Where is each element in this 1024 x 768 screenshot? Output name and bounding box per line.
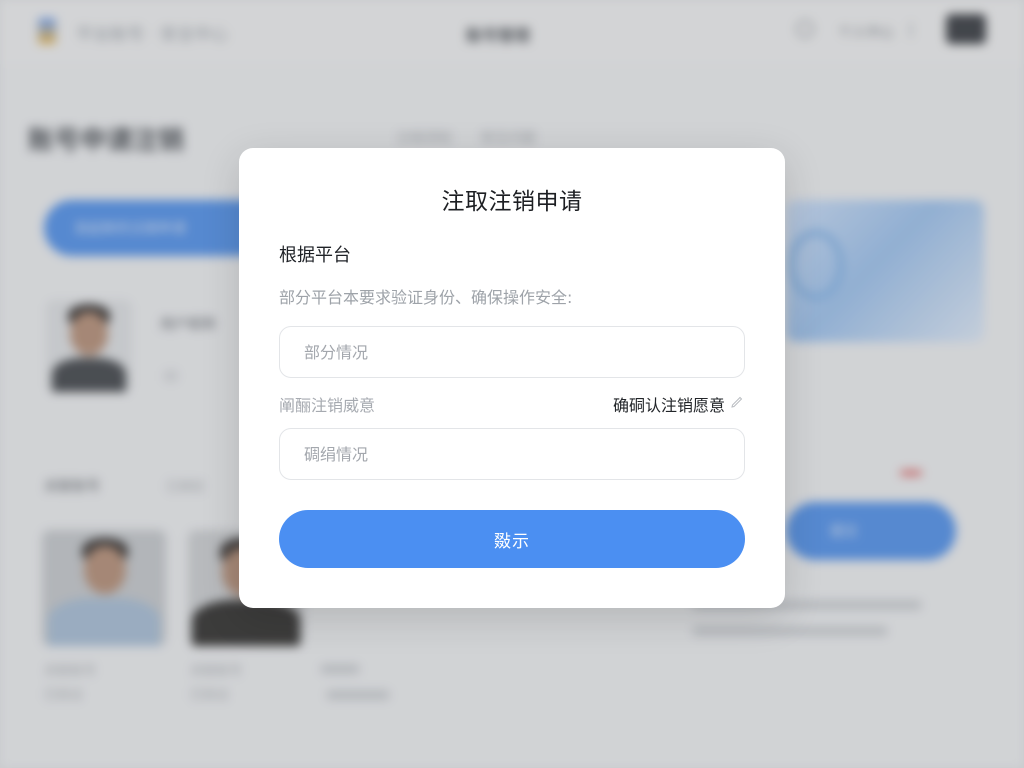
cancellation-situation-input[interactable]: [279, 428, 745, 480]
cancellation-dialog: 注取注销申请 根据平台 部分平台本要求验证身份、确保操作安全: 阐酾注销威意 确…: [239, 148, 785, 608]
dialog-title: 注取注销申请: [441, 189, 583, 215]
confirm-intent-link[interactable]: 确硐认注销愿意: [613, 392, 725, 416]
intent-row: 阐酾注销威意 确硐认注销愿意: [279, 392, 745, 416]
dialog-description: 部分平台本要求验证身份、确保操作安全:: [279, 288, 573, 307]
intent-label: 阐酾注销威意: [279, 396, 376, 415]
submit-button[interactable]: 敠示: [279, 510, 745, 568]
edit-pencil-icon: [731, 396, 743, 408]
situation-input[interactable]: [279, 326, 745, 378]
section-label: 根据平台: [279, 245, 351, 266]
